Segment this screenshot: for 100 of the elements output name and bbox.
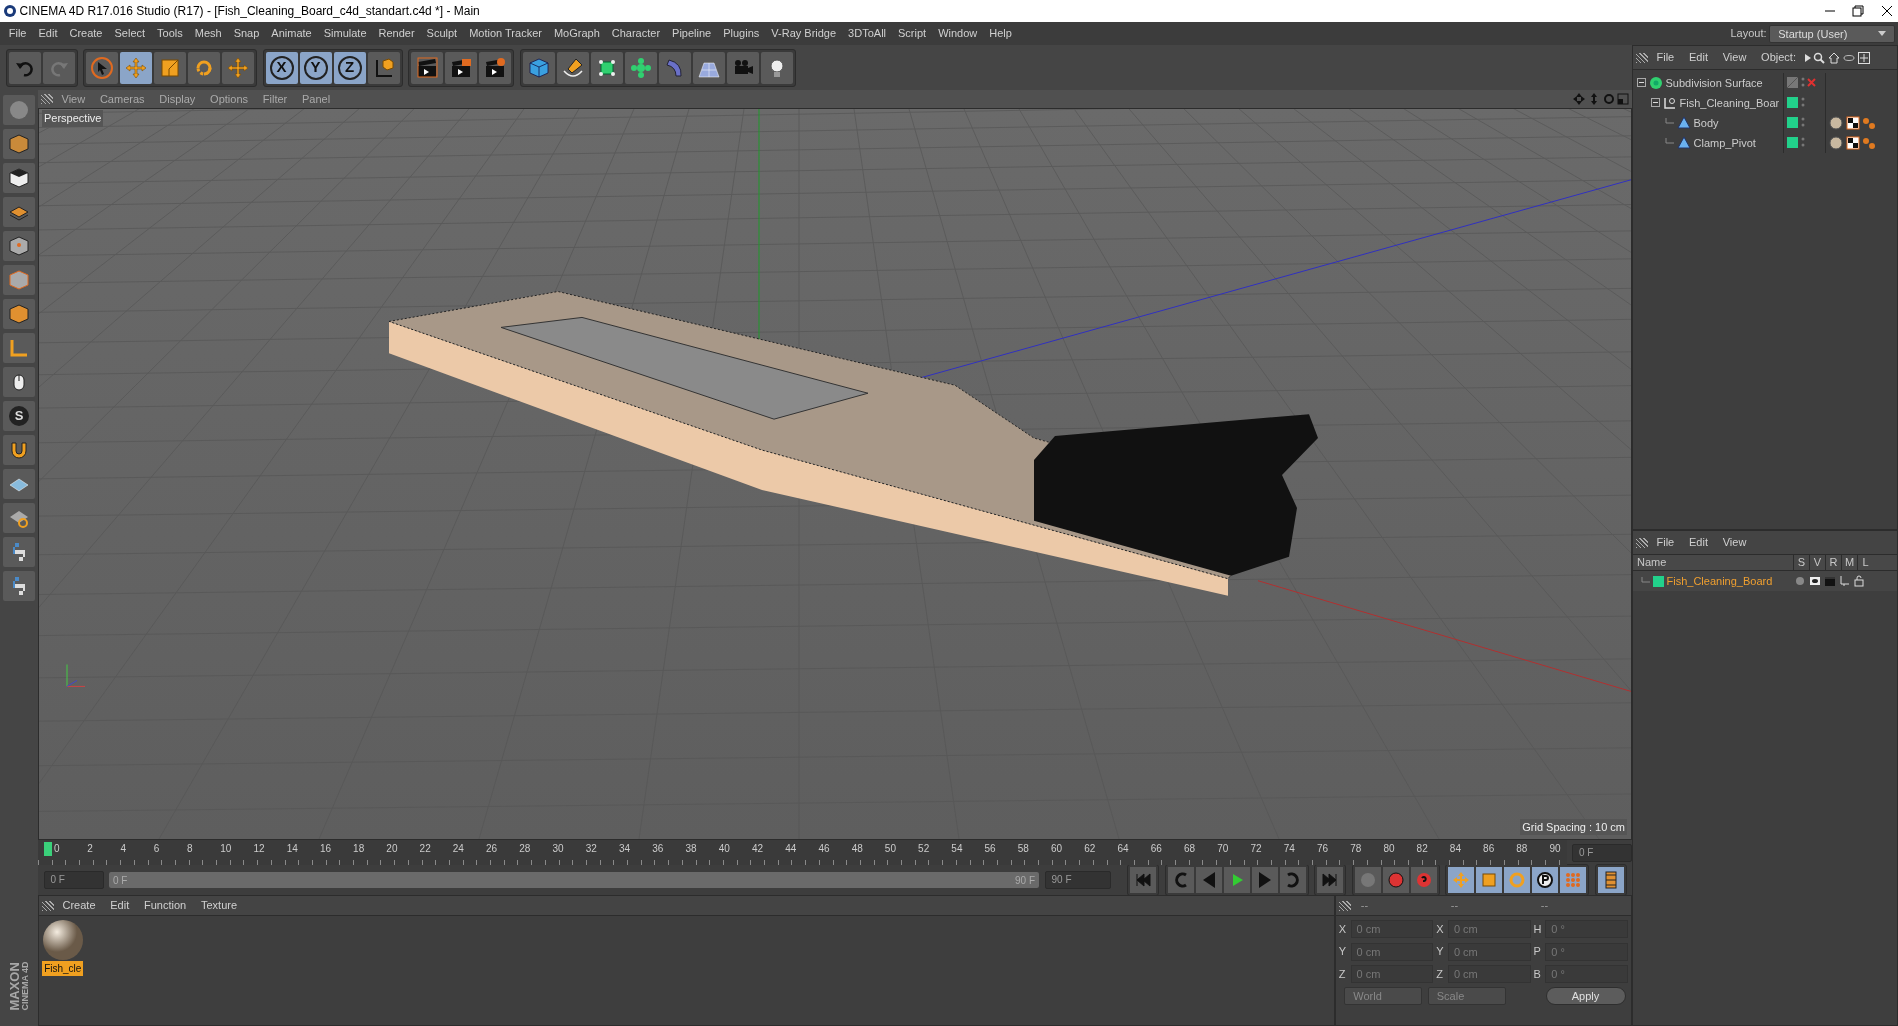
- snap-button[interactable]: S: [9, 405, 29, 426]
- pen-button[interactable]: [556, 51, 589, 84]
- start-frame-field[interactable]: 0 F: [43, 871, 104, 889]
- axis-toggle-button[interactable]: Z: [333, 51, 366, 84]
- parameter-key-button[interactable]: [1532, 867, 1558, 893]
- object-row[interactable]: Subdivision Surface: [1633, 72, 1897, 93]
- menu-item[interactable]: MoGraph: [547, 25, 606, 42]
- menu-item[interactable]: Create: [63, 25, 109, 42]
- step-forward-button[interactable]: [1251, 867, 1278, 893]
- menu-item[interactable]: Animate: [265, 25, 318, 42]
- visibility-dots-icon[interactable]: [1800, 77, 1805, 89]
- rotate-view-icon[interactable]: [1602, 93, 1615, 105]
- layer-menu-item[interactable]: View: [1716, 534, 1753, 551]
- material-tag-icon[interactable]: [1828, 135, 1843, 150]
- apply-button[interactable]: Apply: [1545, 987, 1626, 1005]
- menu-item[interactable]: Help: [983, 25, 1018, 42]
- axis-toggle-button[interactable]: X: [265, 51, 298, 84]
- menu-item[interactable]: Snap: [227, 25, 266, 42]
- subdivision-button[interactable]: [590, 51, 623, 84]
- object-menu-item[interactable]: Object:: [1755, 49, 1802, 66]
- menu-item[interactable]: Motion Tracker: [463, 25, 548, 42]
- cube-icon[interactable]: [8, 132, 30, 155]
- arrow-icon[interactable]: [1804, 53, 1811, 62]
- viewport[interactable]: Perspective Grid Spacing : 10 cm: [38, 108, 1632, 840]
- material-menu-item[interactable]: Texture: [194, 897, 244, 914]
- cube-points-icon[interactable]: [8, 234, 30, 257]
- material-menu-item[interactable]: Function: [138, 897, 193, 914]
- floor-button[interactable]: [692, 51, 725, 84]
- menu-item[interactable]: Window: [932, 25, 984, 42]
- layout-dropdown[interactable]: Startup (User): [1769, 24, 1896, 43]
- restore-icon[interactable]: [1852, 5, 1864, 17]
- current-frame-field[interactable]: 0 F: [1572, 843, 1632, 862]
- viewport-menu-item[interactable]: Filter: [256, 90, 294, 108]
- layer-row[interactable]: Fish_Cleaning_Board: [1633, 571, 1897, 591]
- viewport-menu-item[interactable]: Cameras: [93, 90, 151, 108]
- menu-item[interactable]: Select: [108, 25, 152, 42]
- object-menu-item[interactable]: Edit: [1683, 49, 1714, 66]
- texture-tag-icon[interactable]: [1845, 135, 1860, 150]
- add-icon[interactable]: [1857, 51, 1870, 64]
- redo-button[interactable]: [42, 51, 75, 84]
- menu-item[interactable]: Edit: [32, 25, 64, 42]
- keyframe-help-button[interactable]: [1410, 867, 1437, 893]
- layer-menu-item[interactable]: Edit: [1683, 534, 1714, 551]
- menu-item[interactable]: Plugins: [717, 25, 766, 42]
- axis-toggle-button[interactable]: Y: [299, 51, 332, 84]
- undo-button[interactable]: [8, 51, 41, 84]
- play-button[interactable]: [1223, 867, 1250, 893]
- lock-icon[interactable]: [1853, 575, 1866, 587]
- viewport-menu-item[interactable]: Display: [153, 90, 202, 108]
- menu-item[interactable]: Tools: [151, 25, 189, 42]
- object-row[interactable]: Body: [1633, 112, 1897, 133]
- home-icon[interactable]: [1828, 51, 1841, 64]
- checker-cube-icon[interactable]: [8, 166, 30, 189]
- phong-tag-icon[interactable]: [1862, 115, 1877, 130]
- cloner-button[interactable]: [624, 51, 657, 84]
- viewport-menu-item[interactable]: Options: [204, 90, 255, 108]
- next-key-button[interactable]: [1279, 867, 1306, 893]
- menu-item[interactable]: 3DToAll: [842, 25, 892, 42]
- material-menu-item[interactable]: Edit: [104, 897, 136, 914]
- object-row[interactable]: Clamp_Pivot: [1633, 132, 1897, 153]
- cube-edges-icon[interactable]: [8, 268, 30, 291]
- texture-tag-icon[interactable]: [1845, 115, 1860, 130]
- viewport-menu-item[interactable]: Panel: [296, 90, 337, 108]
- object-menu-item[interactable]: View: [1716, 49, 1753, 66]
- move-button[interactable]: [120, 51, 152, 84]
- render-view-button[interactable]: [411, 51, 443, 84]
- cube-faces-icon[interactable]: [8, 302, 30, 325]
- scale-button[interactable]: [154, 51, 186, 84]
- menu-item[interactable]: File: [2, 25, 33, 42]
- layer-menu-item[interactable]: File: [1650, 534, 1681, 551]
- menu-item[interactable]: Sculpt: [420, 25, 464, 42]
- timeline-ruler[interactable]: 0 2 4 6 8 10 12 14 16 18 20 22 24 26 28 30 32 34 36 38 40 42 44 46 48 50 52 54 56 58 60 62 64 66 68 70 72 74 76 78 80 82 84 86 88 90: [38, 840, 1567, 865]
- visibility-dots-icon[interactable]: [1800, 117, 1805, 129]
- phong-tag-icon[interactable]: [1862, 135, 1877, 150]
- material-menu-item[interactable]: Create: [56, 897, 102, 914]
- visibility-dots-icon[interactable]: [1800, 137, 1805, 149]
- select-button[interactable]: [86, 51, 118, 84]
- cube-button[interactable]: [522, 51, 555, 84]
- end-frame-field[interactable]: 90 F: [1044, 871, 1111, 889]
- menu-item[interactable]: Pipeline: [666, 25, 718, 42]
- autokey-button[interactable]: [1382, 867, 1409, 893]
- maximize-view-icon[interactable]: [1617, 93, 1630, 105]
- visible-eye-icon[interactable]: [1809, 575, 1821, 587]
- menu-item[interactable]: Character: [605, 25, 667, 42]
- menu-item[interactable]: Script: [892, 25, 933, 42]
- previous-key-button[interactable]: [1167, 867, 1194, 893]
- render-picture-viewer-button[interactable]: [445, 51, 477, 84]
- material-tag-icon[interactable]: [1828, 115, 1843, 130]
- menu-item[interactable]: V-Ray Bridge: [765, 25, 843, 42]
- collapse-icon[interactable]: [1637, 78, 1646, 88]
- menu-item[interactable]: Mesh: [188, 25, 228, 42]
- menu-item[interactable]: Render: [372, 25, 421, 42]
- object-row[interactable]: Fish_Cleaning_Boar: [1633, 92, 1897, 113]
- step-back-button[interactable]: [1195, 867, 1222, 893]
- coordinate-system-button[interactable]: [367, 51, 400, 84]
- bend-button[interactable]: [658, 51, 691, 84]
- render-settings-button[interactable]: [479, 51, 511, 84]
- move-view-icon[interactable]: [1573, 93, 1585, 105]
- light-button[interactable]: [760, 51, 793, 84]
- close-icon[interactable]: [1880, 5, 1893, 17]
